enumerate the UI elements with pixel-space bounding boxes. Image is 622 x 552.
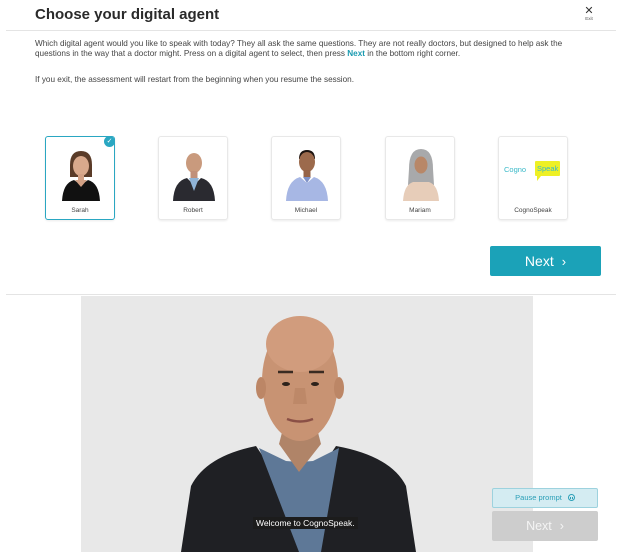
agent-card-mariam[interactable]: Mariam (385, 136, 455, 220)
instructions-text-end: in the bottom right corner. (367, 49, 461, 59)
section-divider (6, 294, 616, 295)
sarah-portrait (58, 145, 104, 201)
next-button-label: Next (524, 253, 554, 269)
pause-prompt-label: Pause prompt (515, 493, 562, 502)
next-button[interactable]: Next › (490, 246, 601, 276)
mariam-portrait (398, 145, 444, 201)
next-disabled-label: Next (526, 519, 552, 533)
agent-name: Michael (294, 207, 318, 214)
logo-text-speak: Speak (535, 161, 561, 176)
instructions: Which digital agent would you like to sp… (35, 39, 585, 86)
speech-bubble-tail (537, 176, 541, 181)
exit-button[interactable]: ✕ Exit (582, 6, 596, 24)
robert-portrait (171, 145, 217, 201)
instructions-paragraph-2: If you exit, the assessment will restart… (35, 75, 355, 85)
instructions-text: Which digital agent would you like to sp… (35, 39, 563, 59)
pause-prompt-button[interactable]: Pause prompt (492, 488, 598, 508)
logo-text-cogno: Cogno (504, 165, 527, 174)
agent-card-michael[interactable]: Michael (271, 136, 341, 220)
agent-card-cognospeak[interactable]: Cogno Speak CognoSpeak (498, 136, 568, 220)
chevron-right-icon: › (559, 519, 564, 533)
next-button-disabled: Next › (492, 511, 598, 541)
close-icon: ✕ (584, 5, 594, 17)
pause-icon (567, 494, 575, 501)
page-title: Choose your digital agent (35, 6, 220, 23)
cognospeak-logo: Cogno Speak (504, 161, 564, 183)
next-emphasis: Next (347, 49, 365, 59)
instructions-paragraph-1: Which digital agent would you like to sp… (35, 39, 585, 59)
chevron-right-icon: › (561, 254, 567, 269)
michael-portrait (284, 145, 330, 201)
subtitle-caption: Welcome to CognoSpeak. (253, 517, 358, 529)
agent-name: Mariam (409, 207, 431, 214)
selected-check-icon: ✓ (104, 136, 115, 147)
video-frame (81, 296, 533, 552)
agent-name: CognoSpeak (514, 207, 552, 214)
agent-name: Robert (183, 207, 203, 214)
header-divider (6, 30, 616, 31)
agent-card-robert[interactable]: Robert (158, 136, 228, 220)
agent-card-sarah[interactable]: ✓ Sarah (45, 136, 115, 220)
agent-video (81, 296, 533, 552)
agent-name: Sarah (71, 207, 89, 214)
